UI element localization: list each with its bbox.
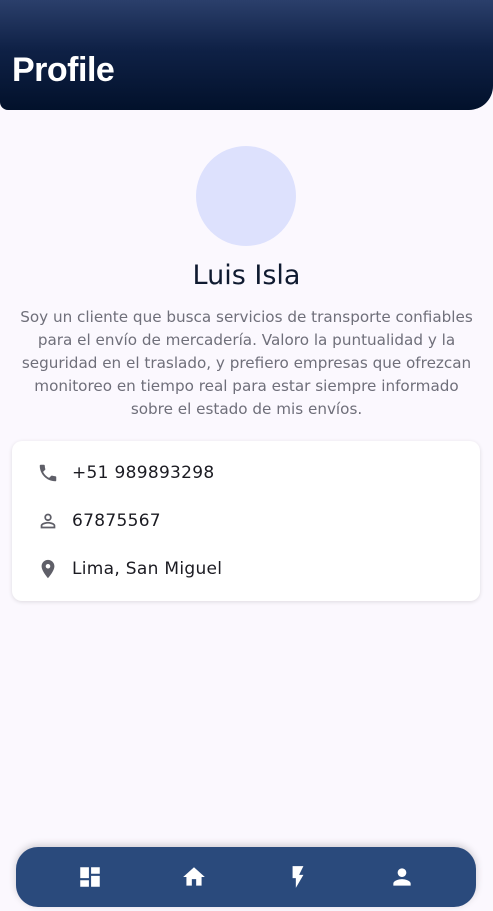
id-row: 67875567 (12, 497, 480, 545)
profile-name: Luis Isla (192, 260, 301, 291)
nav-dashboard[interactable] (60, 847, 120, 907)
location-pin-icon (36, 557, 60, 581)
home-icon (181, 864, 207, 890)
profile-bio: Soy un cliente que busca servicios de tr… (20, 308, 473, 418)
page-title: Profile (12, 51, 115, 89)
document-number: 67875567 (72, 511, 161, 531)
location-text: Lima, San Miguel (72, 559, 223, 579)
person-icon (389, 864, 415, 890)
phone-icon (36, 461, 60, 485)
nav-quick-actions[interactable] (268, 847, 328, 907)
location-row: Lima, San Miguel (12, 545, 480, 593)
avatar[interactable] (196, 146, 296, 246)
app-header: Profile (0, 0, 493, 110)
person-outline-icon (36, 509, 60, 533)
nav-profile[interactable] (372, 847, 432, 907)
lightning-icon (285, 864, 311, 890)
phone-number: +51 989893298 (72, 463, 215, 483)
contact-info-card: +51 989893298 67875567 Lima, San Miguel (12, 441, 480, 601)
nav-home[interactable] (164, 847, 224, 907)
dashboard-icon (77, 864, 103, 890)
bottom-navigation (16, 847, 476, 907)
phone-row: +51 989893298 (12, 449, 480, 497)
